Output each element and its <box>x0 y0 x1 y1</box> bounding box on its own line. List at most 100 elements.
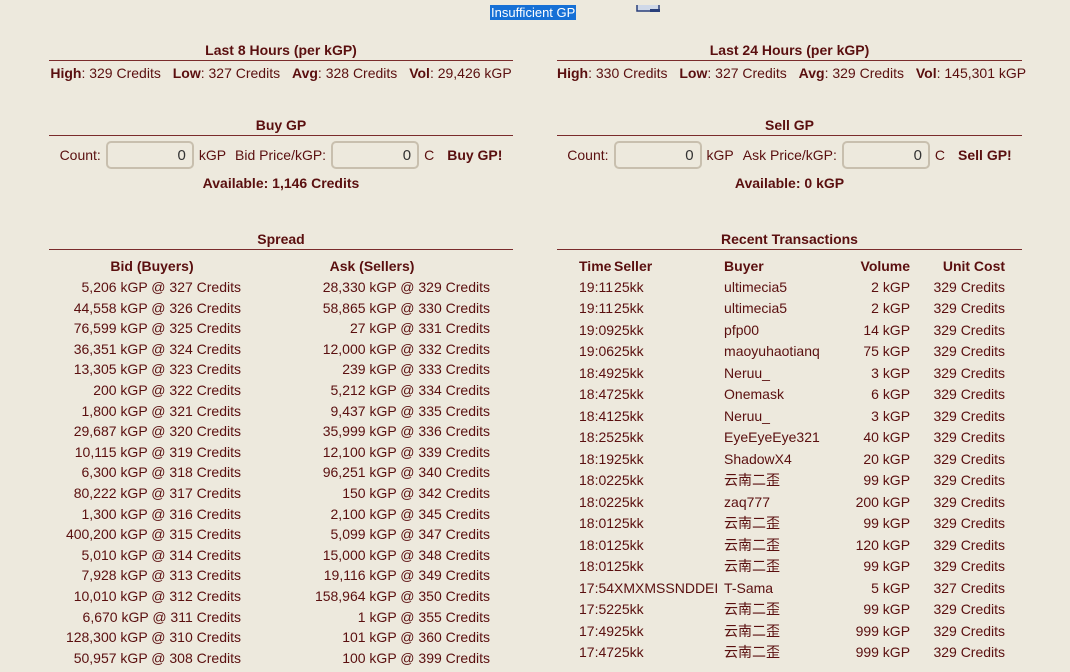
spread-row: 128,300 kGP @ 310 Credits 101 kGP @ 360 C… <box>49 627 513 648</box>
bid-entry: 13,305 kGP @ 323 Credits <box>73 361 241 378</box>
tx-cost: 329 Credits <box>933 300 1006 317</box>
tx-seller: 25kk <box>614 558 644 575</box>
tx-cost: 329 Credits <box>933 472 1006 489</box>
tx-cost: 329 Credits <box>933 622 1006 639</box>
transaction-row: 18:49 25kk Neruu_ 3 kGP 329 Credits <box>557 362 1005 384</box>
tx-time: 18:01 <box>579 558 615 575</box>
bid-entry: 1,300 kGP @ 316 Credits <box>81 505 241 522</box>
tx-buyer: Onemask <box>724 386 784 403</box>
tx-cost: 329 Credits <box>933 407 1006 424</box>
low-label: Low <box>679 65 708 81</box>
spread-row: 10,115 kGP @ 319 Credits 12,100 kGP @ 339… <box>49 442 513 463</box>
tx-seller: 25kk <box>614 472 644 489</box>
ask-entry: 12,100 kGP @ 339 Credits <box>322 443 490 460</box>
tx-buyer: 云南二歪 <box>724 515 781 532</box>
tx-time: 19:06 <box>579 343 615 360</box>
high-value: 329 Credits <box>89 65 161 81</box>
bid-entry: 128,300 kGP @ 310 Credits <box>65 629 241 646</box>
tx-time: 17:47 <box>579 644 615 661</box>
transactions-title: Recent Transactions <box>557 231 1022 250</box>
tx-buyer: pfp00 <box>724 321 760 338</box>
tx-volume: 999 kGP <box>855 622 911 639</box>
ask-entry: 150 kGP @ 342 Credits <box>342 484 490 501</box>
transaction-row: 18:19 25kk ShadowX4 20 kGP 329 Credits <box>557 448 1005 470</box>
spread-row: 76,599 kGP @ 325 Credits 27 kGP @ 331 Cre… <box>49 318 513 339</box>
tx-seller: 25kk <box>614 493 644 510</box>
tx-time: 18:02 <box>579 493 615 510</box>
bid-entry: 36,351 kGP @ 324 Credits <box>73 340 241 357</box>
high-label: High <box>50 65 82 81</box>
last-24-hours-title: Last 24 Hours (per kGP) <box>557 42 1022 61</box>
tx-time: 18:01 <box>579 536 615 553</box>
buyer-header: Buyer <box>724 258 764 274</box>
transaction-row: 18:41 25kk Neruu_ 3 kGP 329 Credits <box>557 405 1005 427</box>
bid-entry: 80,222 kGP @ 317 Credits <box>73 484 241 501</box>
tx-buyer: 云南二歪 <box>724 644 781 661</box>
tx-volume: 3 kGP <box>871 407 911 424</box>
avg-value: 329 Credits <box>832 65 904 81</box>
cost-header: Unit Cost <box>942 258 1006 274</box>
tx-cost: 329 Credits <box>933 601 1006 618</box>
tx-buyer: 云南二歪 <box>724 622 781 639</box>
bid-header: Bid (Buyers) <box>110 258 194 274</box>
buy-count-input[interactable] <box>105 141 194 169</box>
ask-price-unit: C <box>934 147 946 163</box>
bid-entry: 76,599 kGP @ 325 Credits <box>73 320 241 337</box>
tx-buyer: ultimecia5 <box>724 278 788 295</box>
sell-available: Available: 0 kGP <box>734 175 845 191</box>
tx-cost: 329 Credits <box>933 558 1006 575</box>
ask-entry: 28,330 kGP @ 329 Credits <box>322 279 490 295</box>
spread-row: 1,800 kGP @ 321 Credits 9,437 kGP @ 335 C… <box>49 401 513 422</box>
tx-cost: 329 Credits <box>933 644 1006 661</box>
transaction-row: 17:47 25kk 云南二歪 999 kGP 329 Credits <box>557 642 1005 664</box>
tx-buyer: EyeEyeEye321 <box>724 429 820 446</box>
tx-seller: 25kk <box>614 601 644 618</box>
bid-entry: 1,800 kGP @ 321 Credits <box>81 402 241 419</box>
buy-gp-panel: Buy GP Count: kGP Bid Price/kGP: C Buy G… <box>49 117 513 191</box>
buy-gp-button[interactable]: Buy GP! <box>447 147 502 163</box>
tx-seller: 25kk <box>614 644 644 661</box>
spread-row: 7,928 kGP @ 313 Credits 19,116 kGP @ 349 … <box>49 565 513 586</box>
tx-buyer: 云南二歪 <box>724 536 781 553</box>
tx-volume: 2 kGP <box>871 300 911 317</box>
ask-entry: 100 kGP @ 399 Credits <box>342 649 490 666</box>
monitor-icon <box>636 0 662 12</box>
transaction-row: 18:02 25kk 云南二歪 99 kGP 329 Credits <box>557 470 1005 492</box>
ask-entry: 2,100 kGP @ 345 Credits <box>330 505 490 522</box>
last-24-hours-stats: High: 330 Credits Low: 327 Credits Avg: … <box>557 65 1027 81</box>
tx-buyer: ultimecia5 <box>724 300 788 317</box>
tx-seller: 25kk <box>614 407 644 424</box>
transactions-table: Time Seller Buyer Volume Unit Cost 19:11… <box>557 256 1005 663</box>
ask-entry: 239 kGP @ 333 Credits <box>342 361 490 378</box>
tx-volume: 75 kGP <box>863 343 911 360</box>
buy-available: Available: 1,146 Credits <box>202 175 360 191</box>
bid-price-input[interactable] <box>331 141 420 169</box>
tx-seller: 25kk <box>614 515 644 532</box>
bid-entry: 7,928 kGP @ 313 Credits <box>81 567 241 584</box>
last-24-hours-panel: Last 24 Hours (per kGP) High: 330 Credit… <box>557 42 1027 81</box>
tx-seller: 25kk <box>614 429 644 446</box>
tx-time: 18:41 <box>579 407 615 424</box>
sell-gp-button[interactable]: Sell GP! <box>958 147 1012 163</box>
spread-row: 36,351 kGP @ 324 Credits 12,000 kGP @ 332… <box>49 339 513 360</box>
tx-time: 19:11 <box>579 300 613 317</box>
high-value: 330 Credits <box>595 65 668 81</box>
bid-price-label: Bid Price/kGP: <box>235 147 327 163</box>
transactions-panel: Recent Transactions Time Seller Buyer Vo… <box>557 231 1022 663</box>
low-value: 327 Credits <box>208 65 281 81</box>
bid-entry: 5,206 kGP @ 327 Credits <box>81 279 241 295</box>
spread-row: 400,200 kGP @ 315 Credits 5,099 kGP @ 347… <box>49 524 513 545</box>
tx-volume: 20 kGP <box>863 450 911 467</box>
tx-seller: 25kk <box>614 386 644 403</box>
tx-seller: XMXMSSNDDEI <box>614 579 719 596</box>
tx-buyer: 云南二歪 <box>724 558 781 575</box>
sell-gp-title: Sell GP <box>557 117 1022 136</box>
tx-cost: 329 Credits <box>933 386 1006 403</box>
sell-count-label: Count: <box>567 147 609 163</box>
tx-time: 19:09 <box>579 321 615 338</box>
bid-entry: 44,558 kGP @ 326 Credits <box>73 299 241 316</box>
ask-price-input[interactable] <box>841 141 930 169</box>
tx-volume: 5 kGP <box>871 579 911 596</box>
sell-count-input[interactable] <box>613 141 702 169</box>
tx-volume: 99 kGP <box>863 515 911 532</box>
